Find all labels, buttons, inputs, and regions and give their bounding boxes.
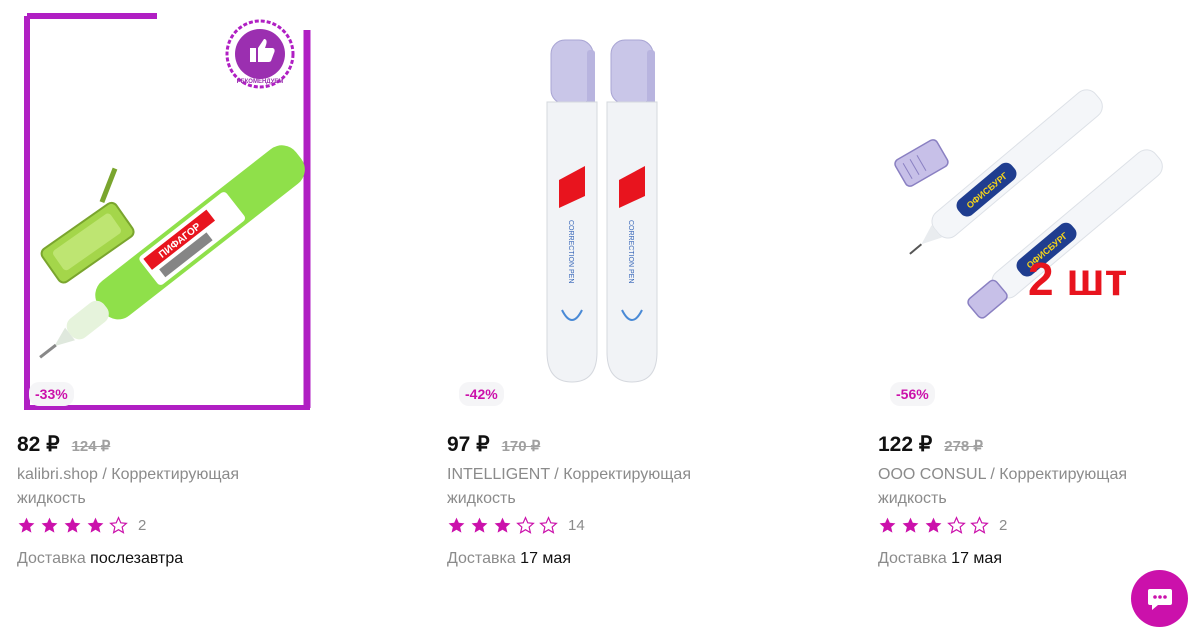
star-empty-icon [516, 516, 535, 534]
current-price: 82 ₽ [17, 433, 60, 456]
brand-name: ООО CONSUL [878, 466, 986, 483]
old-price: 124 ₽ [71, 438, 111, 455]
star-filled-icon [41, 517, 58, 533]
title-separator: / [549, 466, 564, 483]
current-price: 97 ₽ [447, 433, 490, 456]
star-empty-icon [109, 516, 128, 534]
star-empty-icon [539, 516, 558, 534]
product-card[interactable]: РЕКОМЕНДУЕМ ПИФАГОР -33% 82 ₽ 124 ₽ kali… [17, 0, 337, 600]
delivery-label: Доставка [17, 550, 86, 567]
price-row: 122 ₽ 278 ₽ [878, 432, 983, 457]
delivery-label: Доставка [878, 550, 947, 567]
product-image[interactable]: ОФИСБУРГ ОФИСБУРГ 2 шт [878, 10, 1178, 410]
rating: 2 [878, 516, 1007, 535]
star-filled-icon [471, 517, 488, 533]
product-title[interactable]: kalibri.shop / Корректирующая жидкость [17, 463, 277, 511]
current-price: 122 ₽ [878, 433, 933, 456]
chat-button[interactable] [1131, 570, 1188, 627]
correction-pen-right: CORRECTION PEN [606, 39, 658, 383]
delivery-info: Доставка 17 мая [878, 550, 1002, 568]
star-filled-icon [925, 517, 942, 533]
product-card[interactable]: ОФИСБУРГ ОФИСБУРГ 2 шт -56% 122 ₽ 278 ₽ … [878, 0, 1198, 600]
star-empty-icon [970, 516, 989, 534]
promo-text: 2 шт [1028, 253, 1127, 305]
title-separator: / [985, 466, 1000, 483]
chat-bubble-icon [1147, 588, 1172, 610]
delivery-info: Доставка послезавтра [17, 550, 183, 568]
product-photo: CORRECTION PEN CORRECTION PEN [546, 39, 658, 383]
product-photo: РЕКОМЕНДУЕМ ПИФАГОР [24, 13, 311, 410]
pen-cap [894, 139, 949, 187]
star-filled-icon [879, 517, 896, 533]
delivery-date: 17 мая [520, 550, 571, 567]
discount-badge: -42% [459, 382, 504, 406]
old-price: 278 ₽ [944, 438, 983, 455]
product-title[interactable]: INTELLIGENT / Корректирующая жидкость [447, 463, 707, 511]
product-title[interactable]: ООО CONSUL / Корректирующая жидкость [878, 463, 1138, 511]
delivery-label: Доставка [447, 550, 516, 567]
product-image[interactable]: CORRECTION PEN CORRECTION PEN [447, 10, 747, 410]
brand-name: INTELLIGENT [447, 466, 550, 483]
star-filled-icon [87, 517, 104, 533]
recommend-badge: РЕКОМЕНДУЕМ [225, 19, 295, 89]
delivery-date: 17 мая [951, 550, 1002, 567]
discount-badge: -33% [29, 382, 74, 406]
product-photo: ОФИСБУРГ ОФИСБУРГ 2 шт [894, 89, 1163, 319]
review-count: 2 [999, 517, 1008, 534]
star-filled-icon [494, 517, 511, 533]
price-row: 97 ₽ 170 ₽ [447, 432, 540, 457]
star-filled-icon [448, 517, 465, 533]
discount-badge: -56% [890, 382, 935, 406]
pen-label: CORRECTION PEN [627, 220, 634, 283]
star-filled-icon [18, 517, 35, 533]
review-count: 14 [568, 517, 585, 534]
badge-text: РЕКОМЕНДУЕМ [237, 79, 284, 85]
title-separator: / [97, 466, 112, 483]
review-count: 2 [138, 517, 147, 534]
correction-pen-left: CORRECTION PEN [546, 39, 598, 383]
pen-label: CORRECTION PEN [567, 220, 574, 283]
product-card[interactable]: CORRECTION PEN CORRECTION PEN -42% 97 ₽ … [447, 0, 767, 600]
product-image[interactable]: РЕКОМЕНДУЕМ ПИФАГОР [17, 10, 317, 410]
price-row: 82 ₽ 124 ₽ [17, 432, 110, 457]
delivery-date: послезавтра [90, 550, 184, 567]
star-filled-icon [64, 517, 81, 533]
rating: 2 [17, 516, 146, 535]
brand-name: kalibri.shop [17, 466, 98, 483]
delivery-info: Доставка 17 мая [447, 550, 571, 568]
star-filled-icon [902, 517, 919, 533]
old-price: 170 ₽ [501, 438, 541, 455]
star-empty-icon [947, 516, 966, 534]
rating: 14 [447, 516, 585, 535]
